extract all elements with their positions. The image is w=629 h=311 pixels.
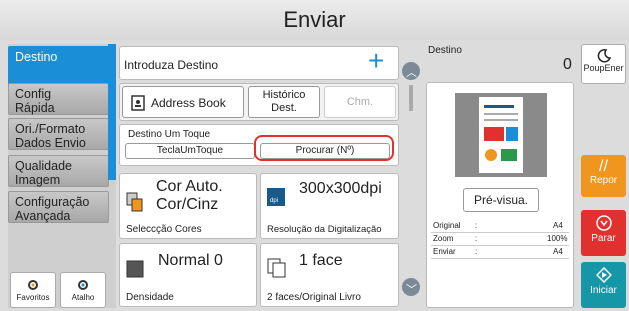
energy-saver-button[interactable]: PoupEner	[581, 44, 626, 84]
tab-config-rapida[interactable]: Config Rápida	[8, 83, 109, 115]
info-colon: :	[475, 247, 478, 256]
duplex-caption: 2 faces/Original Livro	[267, 292, 361, 303]
resolution-value: 300x300dpi	[299, 180, 382, 197]
resolution-caption: Resolução da Digitalização	[267, 224, 382, 235]
address-book-label: Address Book	[151, 96, 226, 110]
atalho-label: Atalho	[71, 293, 95, 302]
chm-label: Chm.	[346, 96, 374, 108]
start-label: Iniciar	[590, 285, 617, 296]
duplex-value: 1 face	[299, 252, 343, 269]
color-value: Cor Auto. Cor/Cinz	[156, 178, 223, 213]
info-value: 100%	[547, 234, 568, 243]
stop-button[interactable]: Parar	[581, 210, 626, 256]
tecla-button[interactable]: TeclaUmToque	[125, 143, 255, 159]
info-colon: :	[475, 234, 478, 243]
add-icon: +	[368, 45, 385, 76]
tab-qualidade-imagem[interactable]: Qualidade Imagem	[8, 155, 109, 187]
favoritos-button[interactable]: Favoritos	[10, 272, 56, 308]
preview-label: Pré-visua.	[473, 193, 529, 207]
color-caption: Seleccção Cores	[126, 224, 202, 235]
tab-label: Ori./Formato Dados Envio	[15, 122, 86, 150]
destination-input[interactable]: Introduza Destino +	[119, 45, 399, 80]
one-touch-label: Destino Um Toque	[128, 129, 211, 140]
reset-icon: //	[599, 158, 608, 175]
procurar-button[interactable]: Procurar (Nº)	[260, 143, 390, 159]
info-row: Enviar : A4	[431, 247, 569, 259]
tab-label: Config Rápida	[15, 87, 55, 115]
duplex-button[interactable]: 1 face 2 faces/Original Livro	[260, 243, 399, 307]
info-value: A4	[553, 247, 563, 256]
preview-panel: Pré-visua. Original : A4 Zoom : 100% Env…	[426, 82, 574, 308]
density-value: Normal 0	[158, 252, 223, 269]
reset-label: Repor	[589, 175, 618, 186]
gear-icon	[28, 280, 38, 290]
stop-icon	[595, 215, 612, 231]
tab-label: Qualidade Imagem	[15, 159, 72, 187]
info-key: Original	[433, 221, 461, 230]
tab-destino[interactable]: Destino	[8, 46, 109, 86]
preview-document-icon	[479, 97, 523, 173]
atalho-button[interactable]: Atalho	[60, 272, 106, 308]
color-selection-button[interactable]: Cor Auto. Cor/Cinz Seleccção Cores	[119, 173, 257, 239]
historico-label: Histórico Dest.	[262, 89, 306, 114]
svg-text:dpi: dpi	[270, 198, 278, 204]
scrollbar-thumb[interactable]	[409, 85, 413, 111]
start-button[interactable]: Iniciar	[581, 262, 626, 308]
moon-icon	[597, 49, 611, 63]
stop-label: Parar	[591, 233, 616, 244]
gear-icon	[78, 280, 88, 290]
chm-button[interactable]: Chm.	[324, 86, 396, 118]
info-key: Zoom	[433, 234, 454, 243]
tab-label: Destino	[15, 50, 58, 64]
info-row: Original : A4	[431, 221, 569, 233]
reset-button[interactable]: // Repor	[581, 155, 626, 197]
start-icon	[595, 267, 612, 283]
destino-count: 0	[563, 56, 572, 73]
density-caption: Densidade	[126, 292, 174, 303]
destino-label: Destino	[428, 45, 462, 56]
procurar-label: Procurar (Nº)	[295, 145, 355, 156]
density-icon	[126, 260, 144, 278]
info-row: Zoom : 100%	[431, 234, 569, 246]
energy-saver-label: PoupEner	[583, 63, 624, 73]
color-icon	[126, 192, 143, 212]
page-title: Enviar	[0, 0, 629, 40]
address-book-icon	[131, 95, 145, 111]
info-value: A4	[553, 221, 563, 230]
tab-ori-formato[interactable]: Ori./Formato Dados Envio	[8, 118, 109, 150]
duplex-icon	[267, 258, 286, 278]
address-book-button[interactable]: Address Book	[122, 86, 244, 118]
tab-label: Configuração Avançada	[15, 195, 90, 223]
tab-scroll-indicator	[108, 44, 116, 180]
dpi-icon: dpi	[267, 188, 285, 206]
info-colon: :	[475, 221, 478, 230]
density-button[interactable]: Normal 0 Densidade	[119, 243, 257, 307]
info-key: Enviar	[433, 247, 456, 256]
resolution-button[interactable]: dpi 300x300dpi Resolução da Digitalizaçã…	[260, 173, 399, 239]
tecla-label: TeclaUmToque	[156, 145, 224, 156]
scroll-up-button[interactable]: ︿	[402, 62, 420, 80]
scroll-down-button[interactable]: ﹀	[402, 278, 420, 296]
preview-button[interactable]: Pré-visua.	[463, 188, 539, 212]
tab-configuracao-avancada[interactable]: Configuração Avançada	[8, 191, 109, 223]
destination-input-label: Introduza Destino	[124, 58, 219, 72]
historico-button[interactable]: Histórico Dest.	[248, 86, 320, 118]
favoritos-label: Favoritos	[16, 293, 50, 302]
